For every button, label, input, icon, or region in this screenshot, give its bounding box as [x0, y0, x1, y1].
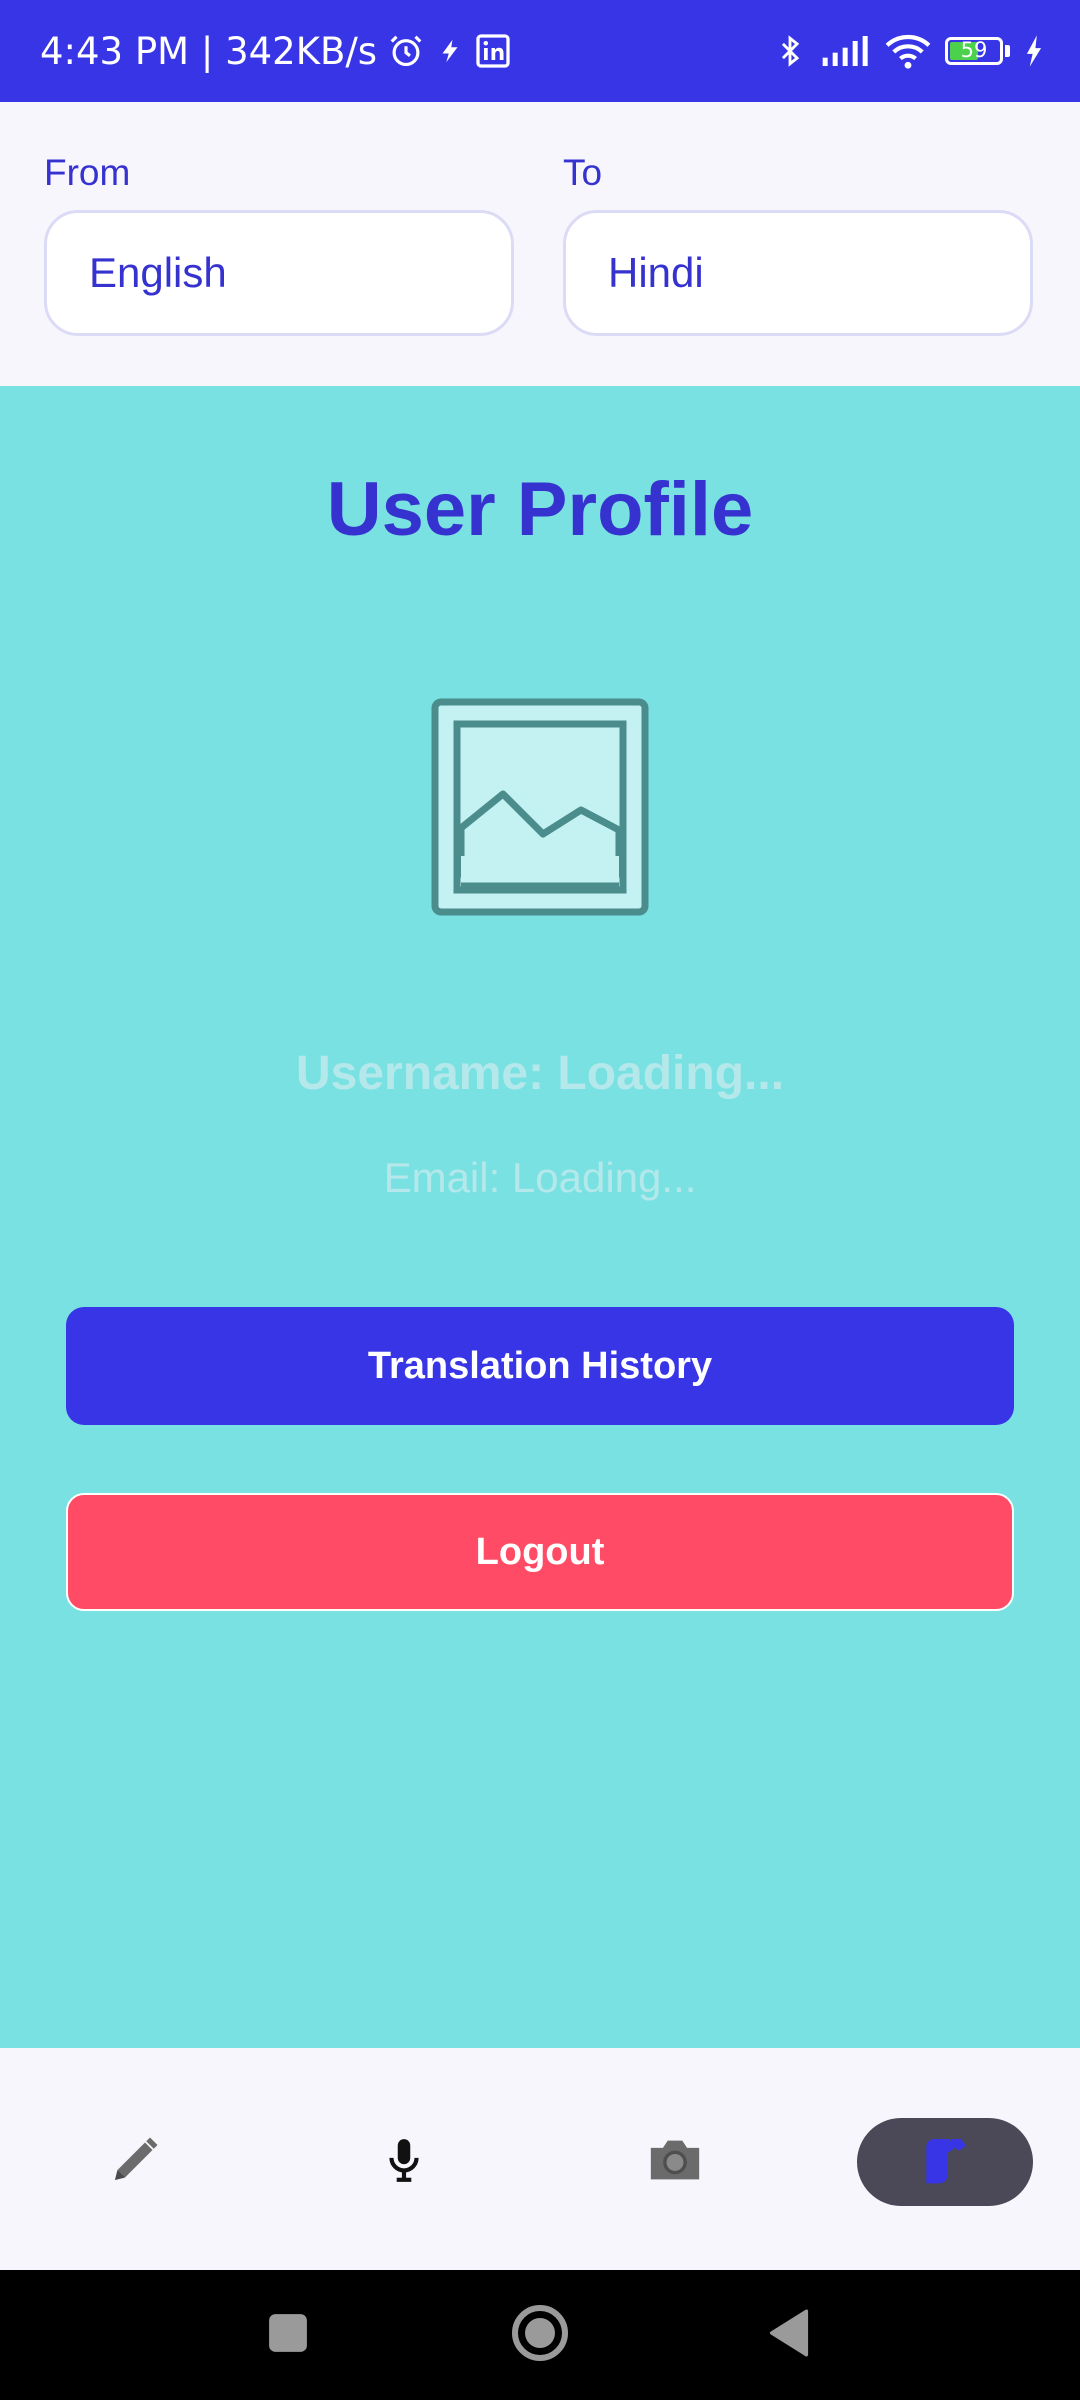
from-language-dropdown[interactable]: English	[44, 210, 514, 336]
charging-icon	[1024, 34, 1044, 68]
bluetooth-icon	[773, 32, 807, 70]
nav-item-camera[interactable]	[587, 2118, 763, 2206]
translation-history-button[interactable]: Translation History	[66, 1307, 1014, 1425]
back-icon	[767, 2309, 811, 2362]
logout-button[interactable]: Logout	[66, 1493, 1014, 1611]
alarm-icon	[387, 32, 425, 70]
recents-icon	[267, 2312, 309, 2359]
flash-icon	[435, 36, 465, 66]
from-label: From	[44, 152, 131, 193]
status-bar: 4:43 PM | 342KB/s 59	[0, 0, 1080, 102]
to-language-dropdown[interactable]: Hindi	[563, 210, 1033, 336]
status-left: 4:43 PM | 342KB/s	[40, 0, 511, 102]
battery-icon: 59	[945, 37, 1010, 65]
status-right: 59	[773, 0, 1044, 102]
from-language-value: English	[89, 249, 227, 296]
image-placeholder-icon	[431, 698, 649, 916]
language-selector: From English To Hindi	[0, 102, 1080, 386]
pencil-icon	[105, 2130, 165, 2195]
logout-label: Logout	[475, 1530, 605, 1573]
system-navigation-bar	[0, 2270, 1080, 2400]
nav-item-text[interactable]	[47, 2118, 223, 2206]
back-button[interactable]	[764, 2270, 814, 2400]
to-label: To	[563, 152, 603, 193]
status-time: 4:43 PM | 342KB/s	[40, 29, 378, 73]
battery-level: 59	[960, 38, 988, 62]
battery-body: 59	[945, 37, 1003, 65]
email-text: Email: Loading...	[383, 1154, 697, 1201]
battery-tip	[1005, 45, 1010, 57]
linkedin-icon	[475, 33, 511, 69]
recents-button[interactable]	[258, 2270, 318, 2400]
wifi-icon	[885, 32, 931, 70]
page-title: User Profile	[326, 467, 754, 552]
home-button[interactable]	[509, 2270, 571, 2400]
from-language-group: From English	[44, 152, 514, 336]
to-language-value: Hindi	[608, 249, 704, 296]
username-text: Username: Loading...	[295, 1047, 785, 1100]
nav-item-profile[interactable]	[857, 2118, 1033, 2206]
home-icon	[510, 2303, 570, 2368]
bottom-navigation	[0, 2048, 1080, 2270]
translation-history-label: Translation History	[367, 1344, 713, 1387]
signal-icon	[821, 34, 871, 68]
nav-item-voice[interactable]	[316, 2118, 492, 2206]
profile-icon	[917, 2132, 973, 2193]
microphone-icon	[379, 2132, 429, 2193]
profile-screen: User Profile Username: Loading... Email:…	[0, 386, 1080, 2048]
to-language-group: To Hindi	[563, 152, 1033, 336]
camera-icon	[646, 2135, 704, 2190]
